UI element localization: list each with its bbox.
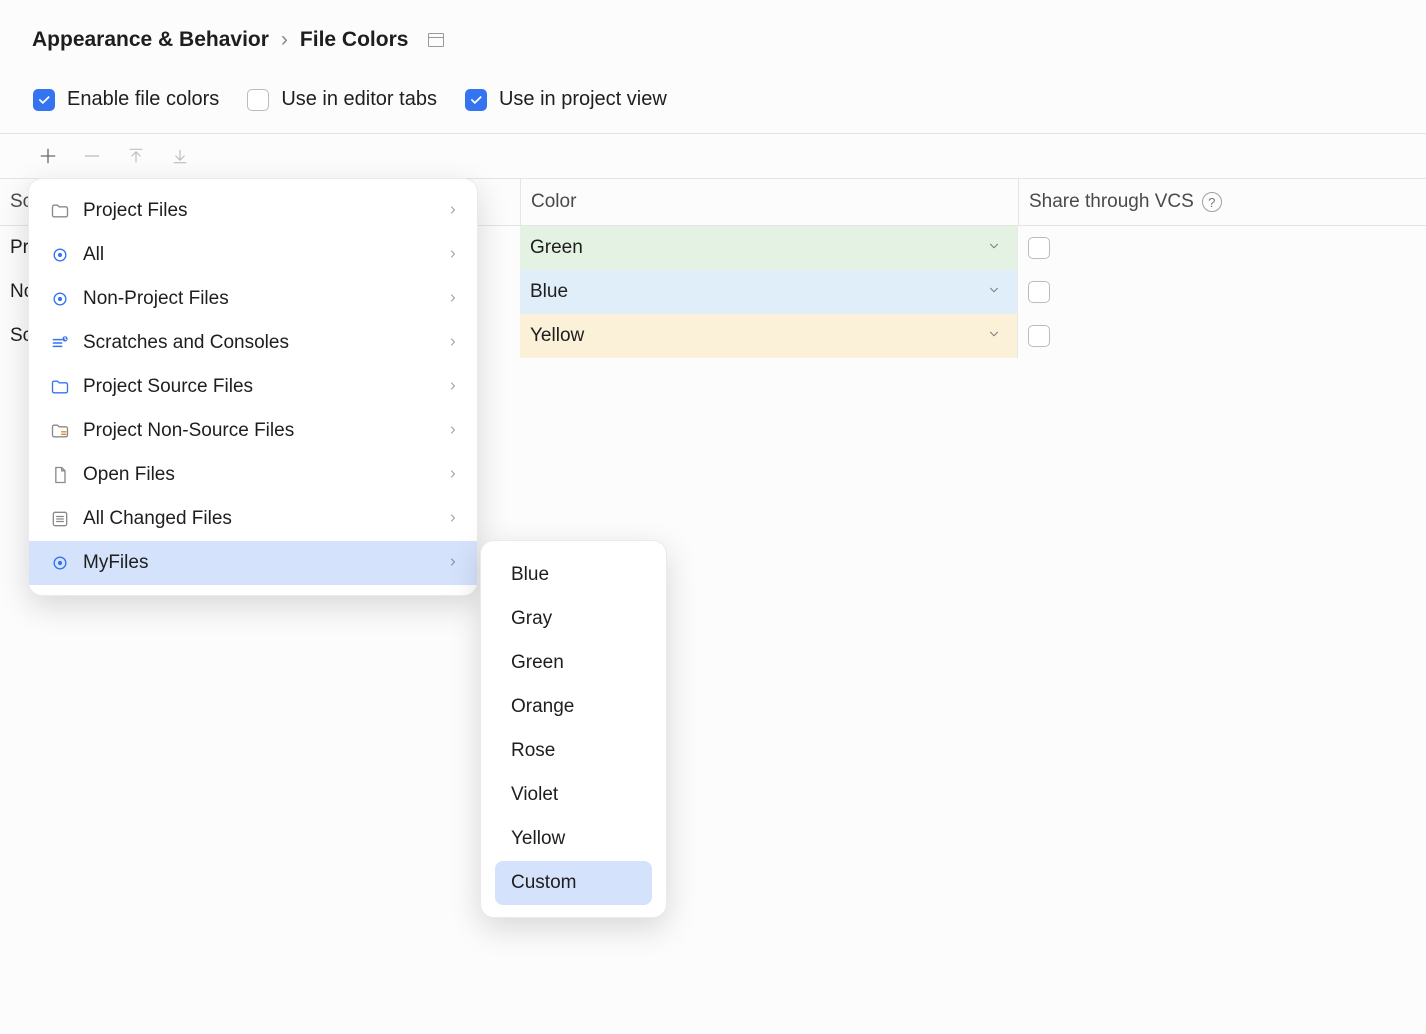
- breadcrumb-separator: ›: [281, 28, 288, 52]
- target-icon: [49, 288, 71, 310]
- folder-lines-icon: [49, 420, 71, 442]
- checkbox-share-vcs[interactable]: [1028, 325, 1050, 347]
- color-menu-item[interactable]: Gray: [495, 597, 652, 641]
- option-label: Use in editor tabs: [281, 88, 437, 111]
- chevron-down-icon: [987, 237, 1001, 259]
- folder-blue-icon: [49, 376, 71, 398]
- list-icon: [49, 508, 71, 530]
- option-use-in-project-view[interactable]: Use in project view: [465, 88, 667, 111]
- option-label: Use in project view: [499, 88, 667, 111]
- color-cell[interactable]: Yellow: [520, 314, 1018, 358]
- chevron-down-icon: [987, 281, 1001, 303]
- color-label: Blue: [530, 281, 568, 303]
- menu-item-label: Scratches and Consoles: [83, 332, 289, 354]
- target-icon: [49, 552, 71, 574]
- checkbox-use-in-editor-tabs[interactable]: [247, 89, 269, 111]
- option-use-in-editor-tabs[interactable]: Use in editor tabs: [247, 88, 437, 111]
- color-menu-item[interactable]: Blue: [495, 553, 652, 597]
- menu-item-label: Project Files: [83, 200, 188, 222]
- color-menu-item[interactable]: Violet: [495, 773, 652, 817]
- breadcrumb: Appearance & Behavior › File Colors: [0, 0, 1426, 52]
- scope-menu-item[interactable]: Open Files: [29, 453, 477, 497]
- th-vcs-label: Share through VCS: [1029, 191, 1194, 213]
- window-icon[interactable]: [428, 33, 444, 47]
- scope-popup: Project Files All Non-Project Files Scratch…: [28, 178, 478, 596]
- chevron-right-icon: [447, 552, 459, 574]
- add-button[interactable]: [36, 144, 60, 168]
- checkbox-share-vcs[interactable]: [1028, 281, 1050, 303]
- color-cell[interactable]: Green: [520, 226, 1018, 270]
- options-row: Enable file colors Use in editor tabs Us…: [0, 52, 1426, 133]
- color-menu-item[interactable]: Yellow: [495, 817, 652, 861]
- menu-item-label: Project Non-Source Files: [83, 420, 294, 442]
- checkbox-use-in-project-view[interactable]: [465, 89, 487, 111]
- target-icon: [49, 244, 71, 266]
- chevron-right-icon: [447, 288, 459, 310]
- toolbar: [0, 134, 1426, 178]
- chevron-right-icon: [447, 376, 459, 398]
- th-share-vcs[interactable]: Share through VCS ?: [1018, 179, 1278, 225]
- chevron-right-icon: [447, 420, 459, 442]
- breadcrumb-current: File Colors: [300, 28, 409, 52]
- scope-menu-item[interactable]: MyFiles: [29, 541, 477, 585]
- chevron-down-icon: [987, 325, 1001, 347]
- color-popup: BlueGrayGreenOrangeRoseVioletYellowCusto…: [480, 540, 667, 918]
- menu-item-label: MyFiles: [83, 552, 148, 574]
- move-up-button[interactable]: [124, 144, 148, 168]
- chevron-right-icon: [447, 332, 459, 354]
- color-label: Yellow: [530, 325, 584, 347]
- chevron-right-icon: [447, 464, 459, 486]
- scope-menu-item[interactable]: All: [29, 233, 477, 277]
- file-icon: [49, 464, 71, 486]
- checkbox-enable-file-colors[interactable]: [33, 89, 55, 111]
- share-vcs-cell[interactable]: [1018, 270, 1278, 314]
- move-down-button[interactable]: [168, 144, 192, 168]
- chevron-right-icon: [447, 508, 459, 530]
- scope-menu-item[interactable]: Scratches and Consoles: [29, 321, 477, 365]
- color-menu-item[interactable]: Orange: [495, 685, 652, 729]
- menu-item-label: Non-Project Files: [83, 288, 229, 310]
- menu-item-label: Open Files: [83, 464, 175, 486]
- menu-item-label: Project Source Files: [83, 376, 253, 398]
- share-vcs-cell[interactable]: [1018, 314, 1278, 358]
- menu-item-label: All: [83, 244, 104, 266]
- color-menu-item[interactable]: Custom: [495, 861, 652, 905]
- color-label: Green: [530, 237, 583, 259]
- menu-item-label: All Changed Files: [83, 508, 232, 530]
- color-menu-item[interactable]: Rose: [495, 729, 652, 773]
- scope-menu-item[interactable]: Project Source Files: [29, 365, 477, 409]
- color-cell[interactable]: Blue: [520, 270, 1018, 314]
- scope-menu-item[interactable]: Non-Project Files: [29, 277, 477, 321]
- chevron-right-icon: [447, 244, 459, 266]
- scope-menu-item[interactable]: Project Non-Source Files: [29, 409, 477, 453]
- remove-button[interactable]: [80, 144, 104, 168]
- help-icon[interactable]: ?: [1202, 192, 1222, 212]
- chevron-right-icon: [447, 200, 459, 222]
- option-enable-file-colors[interactable]: Enable file colors: [33, 88, 219, 111]
- scope-menu-item[interactable]: All Changed Files: [29, 497, 477, 541]
- breadcrumb-parent[interactable]: Appearance & Behavior: [32, 28, 269, 52]
- share-vcs-cell[interactable]: [1018, 226, 1278, 270]
- color-menu-item[interactable]: Green: [495, 641, 652, 685]
- checkbox-share-vcs[interactable]: [1028, 237, 1050, 259]
- option-label: Enable file colors: [67, 88, 219, 111]
- scope-menu-item[interactable]: Project Files: [29, 189, 477, 233]
- scratches-icon: [49, 332, 71, 354]
- th-color[interactable]: Color: [520, 179, 1018, 225]
- folder-icon: [49, 200, 71, 222]
